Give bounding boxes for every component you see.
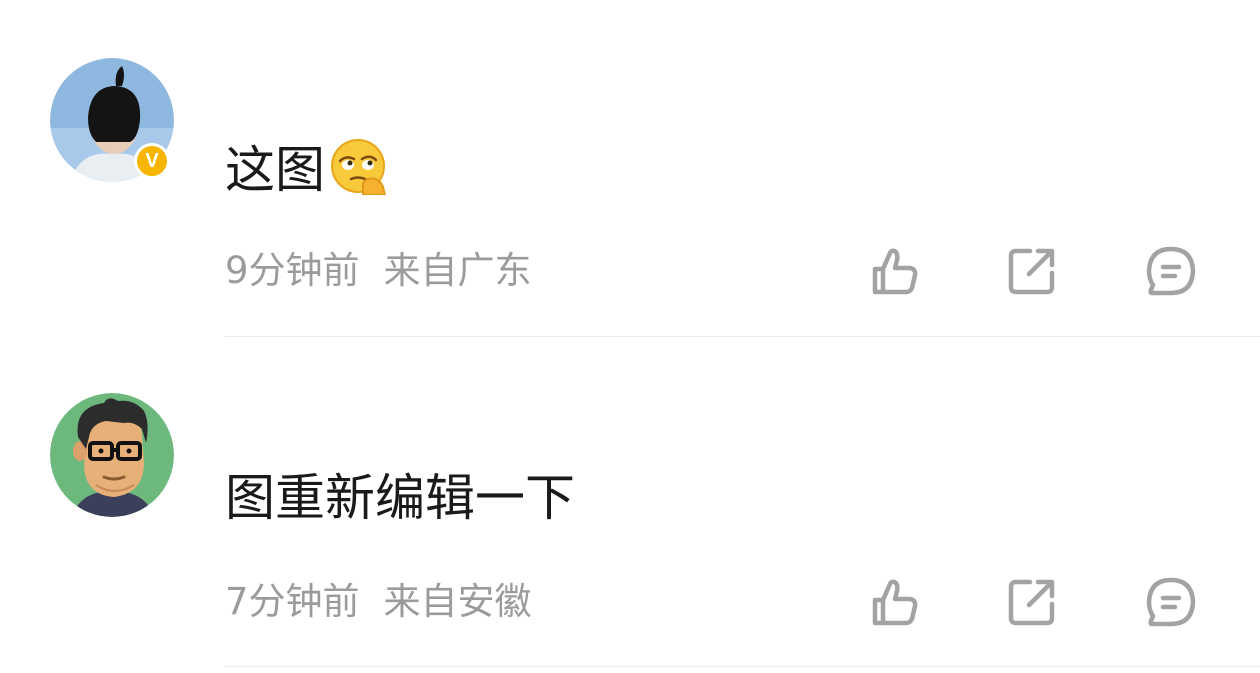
comment-meta: 7分钟前 来自安徽 <box>225 580 532 624</box>
like-button[interactable] <box>866 574 922 630</box>
comment-item: 图重新编辑一下 7分钟前 来自安徽 <box>0 0 1260 673</box>
reply-button[interactable] <box>1143 574 1199 630</box>
avatar-image <box>50 393 174 517</box>
share-icon <box>1008 579 1055 626</box>
divider <box>225 666 1260 667</box>
comment-text: 图重新编辑一下 <box>225 469 575 527</box>
comment-location: 来自安徽 <box>383 580 532 623</box>
comment-content: 图重新编辑一下 <box>225 468 575 528</box>
reply-icon <box>1146 577 1196 627</box>
share-button[interactable] <box>1004 574 1060 630</box>
avatar[interactable] <box>50 393 174 517</box>
like-icon <box>872 579 918 626</box>
comment-time: 7分钟前 <box>225 580 360 623</box>
